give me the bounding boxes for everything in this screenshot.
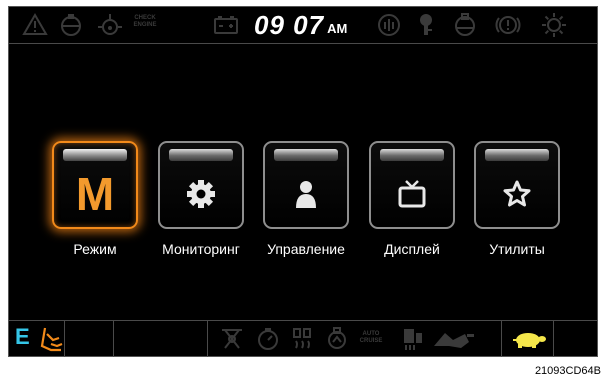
figure-caption: 21093CD64B bbox=[534, 365, 601, 377]
air-cleaner-icon bbox=[376, 12, 402, 38]
tile-cap bbox=[380, 149, 444, 161]
hydraulic-icon bbox=[431, 326, 477, 352]
heater-icon bbox=[289, 326, 315, 352]
work-mode-icon bbox=[39, 326, 65, 352]
menu-tile-display[interactable] bbox=[369, 141, 455, 229]
menu-tile-monitoring[interactable] bbox=[158, 141, 244, 229]
warning-triangle-icon bbox=[22, 12, 48, 38]
tile-cap bbox=[274, 149, 338, 161]
preheat-icon bbox=[413, 12, 439, 38]
gear-icon bbox=[160, 171, 242, 217]
auto-cruise-icon: AUTO CRUISE bbox=[359, 331, 383, 345]
boom-icon bbox=[219, 326, 245, 352]
menu-tile-utilities[interactable] bbox=[474, 141, 560, 229]
check-engine-icon: CHECK ENGINE bbox=[133, 15, 157, 29]
tile-cap bbox=[169, 149, 233, 161]
empty-cell bbox=[554, 321, 597, 357]
display-screen: CHECK ENGINE 09 07 AM M Режим Мониторинг… bbox=[8, 6, 598, 357]
mode-indicator-cell: E bbox=[9, 321, 65, 357]
fuel-filter-icon bbox=[324, 326, 350, 352]
check-engine-line1: CHECK bbox=[134, 15, 156, 21]
mode-glyph: M bbox=[75, 168, 115, 220]
auto-cruise-line1: AUTO bbox=[362, 331, 380, 337]
tile-cap bbox=[485, 149, 549, 161]
rpm-icon bbox=[255, 326, 281, 352]
engine-oil-icon bbox=[58, 12, 84, 38]
status-bar: CHECK ENGINE 09 07 AM bbox=[9, 7, 597, 44]
mode-letter: E bbox=[15, 324, 30, 349]
fuel-icon bbox=[452, 12, 478, 38]
menu-tile-mode[interactable]: M bbox=[52, 141, 138, 229]
bottom-status-bar: E AUTO CRUISE bbox=[9, 320, 597, 357]
empty-cell bbox=[65, 321, 114, 357]
check-engine-line2: ENGINE bbox=[133, 22, 157, 28]
auto-cruise-line2: CRUISE bbox=[359, 338, 383, 344]
attachment-icon bbox=[401, 326, 427, 352]
tv-icon bbox=[371, 171, 453, 217]
menu-label-utilities: Утилиты bbox=[489, 241, 545, 257]
clock-period: AM bbox=[327, 21, 348, 36]
menu-tile-control[interactable] bbox=[263, 141, 349, 229]
star-icon bbox=[476, 171, 558, 217]
speed-mode-cell bbox=[501, 321, 554, 357]
battery-icon bbox=[213, 12, 239, 38]
clock-time: 09 07 bbox=[254, 10, 325, 40]
turtle-speed-icon bbox=[510, 326, 548, 352]
overload-icon bbox=[541, 12, 567, 38]
tile-cap bbox=[63, 149, 127, 161]
clock: 09 07 AM bbox=[254, 10, 347, 40]
coolant-temp-icon bbox=[97, 12, 123, 38]
user-icon bbox=[265, 171, 347, 217]
mode-m-icon: M bbox=[54, 171, 136, 217]
brake-icon bbox=[495, 12, 521, 38]
empty-cell bbox=[114, 321, 208, 357]
